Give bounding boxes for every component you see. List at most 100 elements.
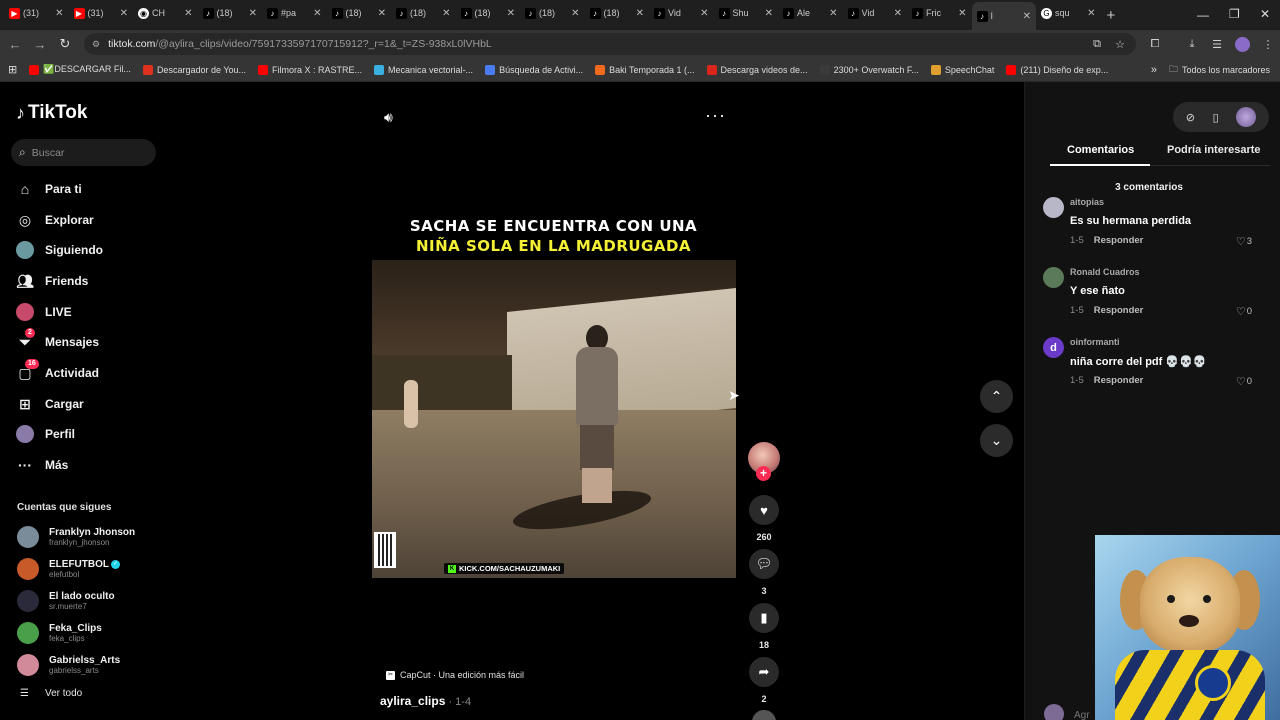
- browser-tab[interactable]: ♪ I ✕: [971, 2, 1036, 30]
- author-info[interactable]: aylira_clips · 1-4: [380, 694, 471, 708]
- nav-item-actividad[interactable]: ▢ 16 Actividad: [16, 359, 166, 386]
- browser-tab[interactable]: ♪ Vid ✕: [843, 0, 908, 26]
- reply-button[interactable]: Responder: [1094, 235, 1144, 246]
- commenter-avatar[interactable]: d: [1043, 337, 1064, 358]
- close-tab-icon[interactable]: ✕: [1087, 8, 1095, 19]
- browser-tab[interactable]: ▶ (31) ✕: [4, 0, 69, 26]
- commenter-avatar[interactable]: [1043, 197, 1064, 218]
- close-tab-icon[interactable]: ✕: [120, 8, 128, 19]
- apps-grid-icon[interactable]: ⊞: [0, 63, 23, 76]
- close-tab-icon[interactable]: ✕: [829, 8, 837, 19]
- reading-list-icon[interactable]: ☰: [1206, 30, 1228, 58]
- bookmark-item[interactable]: Filmora X : RASTRE...: [252, 64, 368, 75]
- browser-menu-icon[interactable]: ⋮: [1257, 30, 1279, 58]
- bookmark-item[interactable]: Descarga videos de...: [701, 64, 814, 75]
- bookmark-item[interactable]: Búsqueda de Activi...: [479, 64, 589, 75]
- browser-tab[interactable]: ♪ Vid ✕: [649, 0, 714, 26]
- downloads-icon[interactable]: ⤓: [1181, 30, 1203, 58]
- following-account[interactable]: Gabrielss_Arts gabrielss_arts: [17, 651, 167, 679]
- bookmark-item[interactable]: Mecanica vectorial-...: [368, 64, 479, 75]
- following-account[interactable]: ELEFUTBOL ✓ elefutbol: [17, 555, 167, 583]
- reload-button[interactable]: ↻: [53, 30, 77, 58]
- address-bar[interactable]: ⚙ tiktok.com/@aylira_clips/video/7591733…: [84, 33, 1136, 55]
- close-tab-icon[interactable]: ✕: [378, 8, 386, 19]
- all-bookmarks-folder[interactable]: 🗀 Todos los marcadores: [1163, 62, 1280, 78]
- add-comment-input[interactable]: Agr: [1074, 710, 1090, 720]
- nav-item-para-ti[interactable]: ⌂ Para ti: [16, 176, 166, 202]
- author-name[interactable]: aylira_clips: [380, 694, 445, 708]
- comment-button[interactable]: 💬︎: [749, 549, 779, 579]
- search-input[interactable]: ⌕ Buscar: [11, 139, 156, 166]
- bookmark-item[interactable]: (211) Diseño de exp...: [1000, 64, 1114, 75]
- nav-item-friends[interactable]: 👥︎ Friends: [16, 268, 166, 294]
- tab-might-interest[interactable]: Podría interesarte: [1167, 144, 1261, 164]
- bookmark-star-icon[interactable]: ☆: [1109, 30, 1131, 58]
- profile-avatar-icon[interactable]: [1231, 30, 1253, 58]
- browser-tab[interactable]: Gsqu ✕: [1036, 0, 1101, 26]
- bookmark-item[interactable]: Descargador de You...: [137, 64, 252, 75]
- close-tab-icon[interactable]: ✕: [636, 8, 644, 19]
- bookmarks-overflow-icon[interactable]: »: [1145, 64, 1163, 76]
- bookmark-item[interactable]: 2300+ Overwatch F...: [814, 64, 925, 75]
- browser-tab[interactable]: ♪ (18) ✕: [327, 0, 392, 26]
- browser-tab[interactable]: ♪ (18) ✕: [198, 0, 263, 26]
- capcut-link[interactable]: ✂ CapCut · Una edición más fácil: [386, 670, 524, 680]
- like-button[interactable]: ♥: [749, 495, 779, 525]
- comment-like-button[interactable]: ♡ 0: [1236, 375, 1252, 388]
- close-tab-icon[interactable]: ✕: [442, 8, 450, 19]
- nav-item-cargar[interactable]: ⊞ Cargar: [16, 391, 166, 417]
- video-player[interactable]: K KICK.COM/SACHAUZUMAKI: [372, 260, 736, 578]
- nav-item-perfil[interactable]: Perfil: [16, 421, 166, 447]
- site-info-icon[interactable]: ⚙: [92, 39, 100, 50]
- browser-tab[interactable]: ♪ Fric ✕: [907, 0, 972, 26]
- see-all-button[interactable]: ☰ Ver todo: [20, 688, 82, 699]
- comment-like-button[interactable]: ♡ 0: [1236, 305, 1252, 318]
- browser-tab[interactable]: ♪ Ale ✕: [778, 0, 843, 26]
- commenter-name[interactable]: Ronald Cuadros: [1070, 267, 1140, 277]
- save-button[interactable]: ▮: [749, 603, 779, 633]
- nav-item-live[interactable]: LIVE: [16, 299, 166, 325]
- reply-button[interactable]: Responder: [1094, 375, 1144, 386]
- browser-tab[interactable]: ◉ CH ✕: [133, 0, 198, 26]
- reply-button[interactable]: Responder: [1094, 305, 1144, 316]
- commenter-avatar[interactable]: [1043, 267, 1064, 288]
- close-window-icon[interactable]: ✕: [1260, 7, 1270, 21]
- browser-tab[interactable]: ♪ #pa ✕: [262, 0, 327, 26]
- tiktok-logo[interactable]: ♪ TikTok: [16, 102, 87, 124]
- more-options-icon[interactable]: ···: [705, 105, 726, 126]
- follow-plus-icon[interactable]: +: [756, 466, 771, 481]
- forward-button[interactable]: →: [28, 30, 52, 58]
- browser-tab[interactable]: ♪ (18) ✕: [456, 0, 521, 26]
- nav-item-mensajes[interactable]: ⏷ 2 Mensajes: [16, 328, 166, 355]
- previous-video-button[interactable]: ⌃: [980, 380, 1013, 413]
- close-tab-icon[interactable]: ✕: [571, 8, 579, 19]
- nav-item-m-s[interactable]: ··· Más: [16, 452, 166, 478]
- commenter-name[interactable]: oinformanti: [1070, 337, 1120, 347]
- commenter-name[interactable]: aitopias: [1070, 197, 1104, 207]
- extensions-icon[interactable]: ⧠: [1144, 30, 1166, 58]
- close-tab-icon[interactable]: ✕: [765, 8, 773, 19]
- bookmark-item[interactable]: ✅DESCARGAR Fil...: [23, 64, 137, 75]
- close-tab-icon[interactable]: ✕: [184, 8, 192, 19]
- tab-comments[interactable]: Comentarios: [1067, 144, 1134, 164]
- compass-icon[interactable]: ⊘: [1186, 111, 1195, 124]
- restore-window-icon[interactable]: ❐: [1229, 7, 1240, 21]
- following-account[interactable]: Feka_Clips feka_clips: [17, 619, 167, 647]
- browser-tab[interactable]: ▶ (31) ✕: [69, 0, 134, 26]
- new-tab-button[interactable]: +: [1107, 7, 1116, 24]
- comment-like-button[interactable]: ♡ 3: [1236, 235, 1252, 248]
- next-video-button[interactable]: ⌄: [980, 424, 1013, 457]
- browser-tab[interactable]: ♪ (18) ✕: [585, 0, 650, 26]
- install-app-icon[interactable]: ⧉: [1086, 30, 1108, 58]
- bookmark-item[interactable]: Baki Temporada 1 (...: [589, 64, 700, 75]
- volume-icon[interactable]: 🔊︎: [384, 109, 393, 126]
- back-button[interactable]: ←: [3, 30, 27, 58]
- browser-tab[interactable]: ♪ Shu ✕: [714, 0, 779, 26]
- nav-item-explorar[interactable]: ◎ Explorar: [16, 207, 166, 233]
- music-disc-icon[interactable]: [752, 710, 776, 720]
- close-tab-icon[interactable]: ✕: [313, 8, 321, 19]
- share-button[interactable]: ➦: [749, 657, 779, 687]
- user-avatar[interactable]: [1236, 107, 1257, 127]
- bookmark-item[interactable]: SpeechChat: [925, 64, 1001, 75]
- close-tab-icon[interactable]: ✕: [249, 8, 257, 19]
